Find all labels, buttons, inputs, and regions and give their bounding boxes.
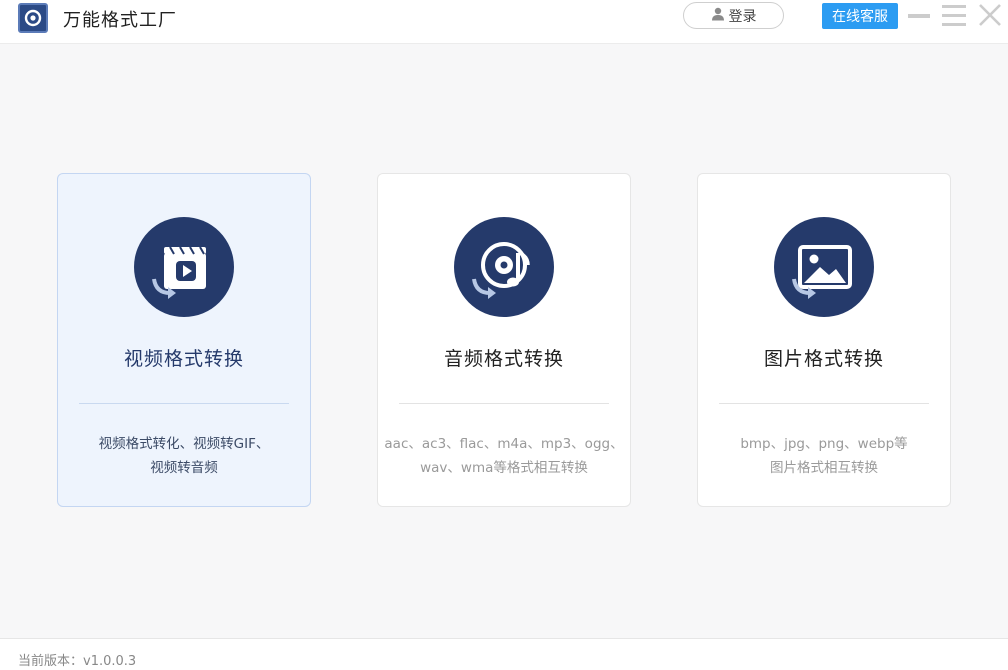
card-divider [399,403,609,404]
card-divider [719,403,929,404]
minimize-icon[interactable] [908,3,930,29]
login-button[interactable]: 登录 [683,2,784,29]
card-desc-line: 图片格式相互转换 [770,460,878,476]
card-title: 音频格式转换 [443,348,564,370]
card-divider [79,403,289,404]
title-bar: 万能格式工厂 登录 在线客服 [0,0,1008,44]
card-desc-line: aac、ac3、flac、m4a、mp3、ogg、 [384,436,624,452]
card-desc-line: 视频转音频 [150,460,218,476]
card-desc-line: wav、wma等格式相互转换 [420,460,588,476]
audio-convert-card[interactable]: 音频格式转换 aac、ac3、flac、m4a、mp3、ogg、 wav、wma… [377,173,631,507]
video-convert-card[interactable]: 视频格式转换 视频格式转化、视频转GIF、 视频转音频 [57,173,311,507]
image-convert-icon [774,217,874,317]
close-icon[interactable] [978,3,1002,29]
app-logo-icon [18,3,48,33]
menu-icon[interactable] [942,3,966,29]
card-title: 图片格式转换 [763,348,884,370]
card-description: aac、ac3、flac、m4a、mp3、ogg、 wav、wma等格式相互转换 [378,432,630,480]
online-service-button[interactable]: 在线客服 [822,3,898,29]
card-description: 视频格式转化、视频转GIF、 视频转音频 [58,432,310,480]
login-label: 登录 [728,8,757,25]
user-icon [711,7,725,25]
card-desc-line: bmp、jpg、png、webp等 [740,436,908,452]
audio-convert-icon [454,217,554,317]
app-title: 万能格式工厂 [63,10,177,31]
card-title: 视频格式转换 [123,348,244,370]
card-description: bmp、jpg、png、webp等 图片格式相互转换 [698,432,950,480]
status-bar: 当前版本：v1.0.0.3 [0,638,1008,670]
video-convert-icon [134,217,234,317]
version-label: 当前版本：v1.0.0.3 [18,654,137,669]
image-convert-card[interactable]: 图片格式转换 bmp、jpg、png、webp等 图片格式相互转换 [697,173,951,507]
card-desc-line: 视频格式转化、视频转GIF、 [98,436,270,452]
